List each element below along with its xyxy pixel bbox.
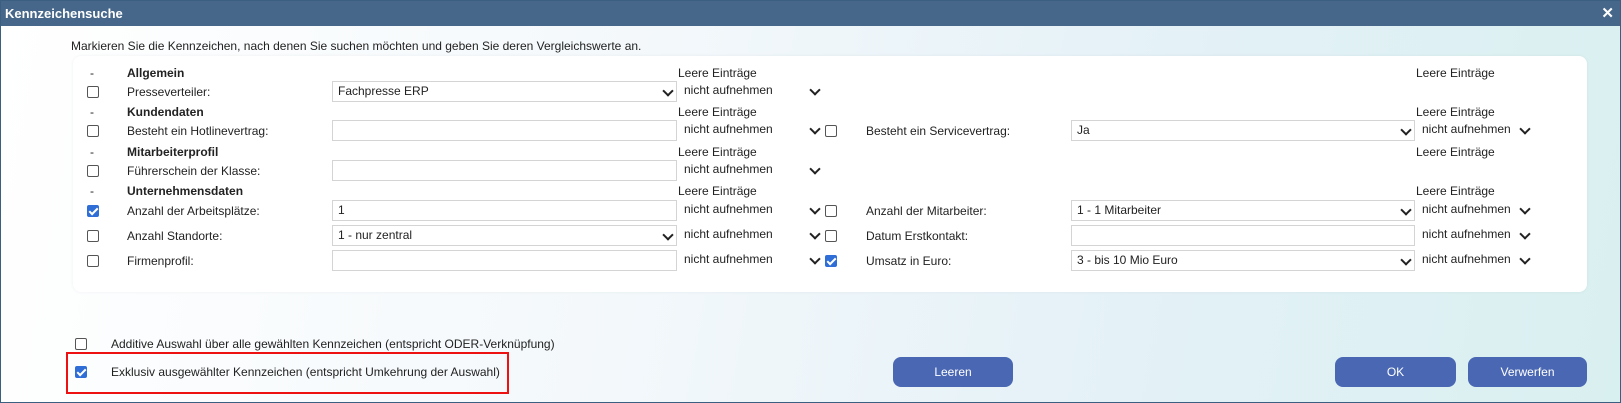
- leere-eintraege-header: Leere Einträge: [678, 145, 757, 159]
- label-presseverteiler: Presseverteiler:: [127, 85, 211, 99]
- label-service: Besteht ein Servicevertrag:: [866, 124, 1011, 138]
- input-arbeitsplaetze[interactable]: 1: [332, 200, 677, 221]
- select-leere-presseverteiler[interactable]: nicht aufnehmen: [680, 81, 823, 102]
- checkbox-erstkontakt[interactable]: [825, 230, 837, 242]
- chevron-down-icon: [662, 229, 674, 241]
- select-value: nicht aufnehmen: [684, 227, 773, 241]
- leere-eintraege-header: Leere Einträge: [1416, 66, 1495, 80]
- leere-eintraege-header: Leere Einträge: [678, 184, 757, 198]
- select-leere-mitarbeiter[interactable]: nicht aufnehmen: [1418, 200, 1533, 221]
- select-leere-fuehrerschein[interactable]: nicht aufnehmen: [680, 160, 823, 181]
- leere-eintraege-header: Leere Einträge: [678, 105, 757, 119]
- section-mitarbeiterprofil: Mitarbeiterprofil: [127, 145, 219, 159]
- select-leere-service[interactable]: nicht aufnehmen: [1418, 120, 1533, 141]
- label-umsatz: Umsatz in Euro:: [866, 254, 952, 268]
- checkbox-umsatz[interactable]: [825, 255, 837, 267]
- input-firmenprofil[interactable]: [332, 250, 677, 271]
- input-erstkontakt[interactable]: [1071, 225, 1415, 246]
- label-erstkontakt: Datum Erstkontakt:: [866, 229, 969, 243]
- chevron-down-icon: [1519, 228, 1531, 240]
- select-leere-hotline[interactable]: nicht aufnehmen: [680, 120, 823, 141]
- leere-eintraege-header: Leere Einträge: [1416, 184, 1495, 198]
- select-value: nicht aufnehmen: [1422, 252, 1511, 266]
- chevron-down-icon: [1519, 203, 1531, 215]
- select-value: nicht aufnehmen: [684, 122, 773, 136]
- checkbox-hotline[interactable]: [87, 125, 99, 137]
- chevron-down-icon: [1400, 254, 1412, 266]
- select-presseverteiler[interactable]: Fachpresse ERP: [332, 81, 677, 102]
- ok-button[interactable]: OK: [1335, 357, 1456, 387]
- select-leere-umsatz[interactable]: nicht aufnehmen: [1418, 250, 1533, 271]
- collapse-icon[interactable]: -: [90, 184, 94, 198]
- checkbox-firmenprofil[interactable]: [87, 255, 99, 267]
- collapse-icon[interactable]: -: [90, 105, 94, 119]
- criteria-panel: - Allgemein Leere Einträge Leere Einträg…: [73, 56, 1587, 292]
- select-standorte[interactable]: 1 - nur zentral: [332, 225, 677, 246]
- select-umsatz[interactable]: 3 - bis 10 Mio Euro: [1071, 250, 1415, 271]
- select-service[interactable]: Ja: [1071, 120, 1415, 141]
- select-leere-erstkontakt[interactable]: nicht aufnehmen: [1418, 225, 1533, 246]
- section-allgemein: Allgemein: [127, 66, 185, 80]
- label-exklusiv: Exklusiv ausgewählter Kennzeichen (entsp…: [111, 365, 500, 379]
- chevron-down-icon: [1400, 124, 1412, 136]
- checkbox-service[interactable]: [825, 125, 837, 137]
- checkbox-additive[interactable]: [75, 338, 87, 350]
- select-value: Fachpresse ERP: [338, 84, 429, 98]
- select-value: nicht aufnehmen: [1422, 227, 1511, 241]
- select-value: nicht aufnehmen: [1422, 202, 1511, 216]
- label-additive: Additive Auswahl über alle gewählten Ken…: [111, 337, 555, 351]
- checkbox-mitarbeiter[interactable]: [825, 205, 837, 217]
- collapse-icon[interactable]: -: [90, 66, 94, 80]
- close-icon[interactable]: ✕: [1601, 1, 1614, 26]
- select-leere-arbeitsplaetze[interactable]: nicht aufnehmen: [680, 200, 823, 221]
- select-leere-firmenprofil[interactable]: nicht aufnehmen: [680, 250, 823, 271]
- checkbox-fuehrerschein[interactable]: [87, 165, 99, 177]
- select-value: nicht aufnehmen: [684, 83, 773, 97]
- select-value: nicht aufnehmen: [684, 202, 773, 216]
- dialog-title: Kennzeichensuche: [5, 6, 123, 21]
- checkbox-exklusiv[interactable]: [75, 366, 87, 378]
- select-value: nicht aufnehmen: [684, 162, 773, 176]
- label-fuehrerschein: Führerschein der Klasse:: [127, 164, 261, 178]
- chevron-down-icon: [809, 123, 821, 135]
- verwerfen-button[interactable]: Verwerfen: [1468, 357, 1587, 387]
- label-arbeitsplaetze: Anzahl der Arbeitsplätze:: [127, 204, 260, 218]
- section-kundendaten: Kundendaten: [127, 105, 204, 119]
- titlebar: Kennzeichensuche ✕: [1, 1, 1620, 26]
- input-hotline[interactable]: [332, 120, 677, 141]
- chevron-down-icon: [809, 84, 821, 96]
- select-value: 3 - bis 10 Mio Euro: [1077, 253, 1178, 267]
- label-standorte: Anzahl Standorte:: [127, 229, 223, 243]
- leere-eintraege-header: Leere Einträge: [1416, 145, 1495, 159]
- chevron-down-icon: [1400, 204, 1412, 216]
- select-value: 1 - nur zentral: [338, 228, 413, 242]
- select-value: nicht aufnehmen: [684, 252, 773, 266]
- select-value: nicht aufnehmen: [1422, 122, 1511, 136]
- chevron-down-icon: [809, 163, 821, 175]
- chevron-down-icon: [809, 203, 821, 215]
- chevron-down-icon: [809, 228, 821, 240]
- leere-eintraege-header: Leere Einträge: [1416, 105, 1495, 119]
- select-leere-standorte[interactable]: nicht aufnehmen: [680, 225, 823, 246]
- label-mitarbeiter: Anzahl der Mitarbeiter:: [866, 204, 987, 218]
- select-value: Ja: [1077, 123, 1090, 137]
- leere-eintraege-header: Leere Einträge: [678, 66, 757, 80]
- checkbox-presseverteiler[interactable]: [87, 86, 99, 98]
- chevron-down-icon: [1519, 123, 1531, 135]
- label-hotline: Besteht ein Hotlinevertrag:: [127, 124, 269, 138]
- instruction-text: Markieren Sie die Kennzeichen, nach dene…: [71, 39, 642, 53]
- dialog-window: Kennzeichensuche ✕ Markieren Sie die Ken…: [0, 0, 1621, 403]
- label-firmenprofil: Firmenprofil:: [127, 254, 194, 268]
- select-value: 1 - 1 Mitarbeiter: [1077, 203, 1162, 217]
- collapse-icon[interactable]: -: [90, 145, 94, 159]
- chevron-down-icon: [662, 85, 674, 97]
- chevron-down-icon: [809, 253, 821, 265]
- checkbox-arbeitsplaetze[interactable]: [87, 205, 99, 217]
- checkbox-standorte[interactable]: [87, 230, 99, 242]
- chevron-down-icon: [1519, 253, 1531, 265]
- select-mitarbeiter[interactable]: 1 - 1 Mitarbeiter: [1071, 200, 1415, 221]
- leeren-button[interactable]: Leeren: [893, 357, 1013, 387]
- section-unternehmensdaten: Unternehmensdaten: [127, 184, 244, 198]
- input-fuehrerschein[interactable]: [332, 160, 677, 181]
